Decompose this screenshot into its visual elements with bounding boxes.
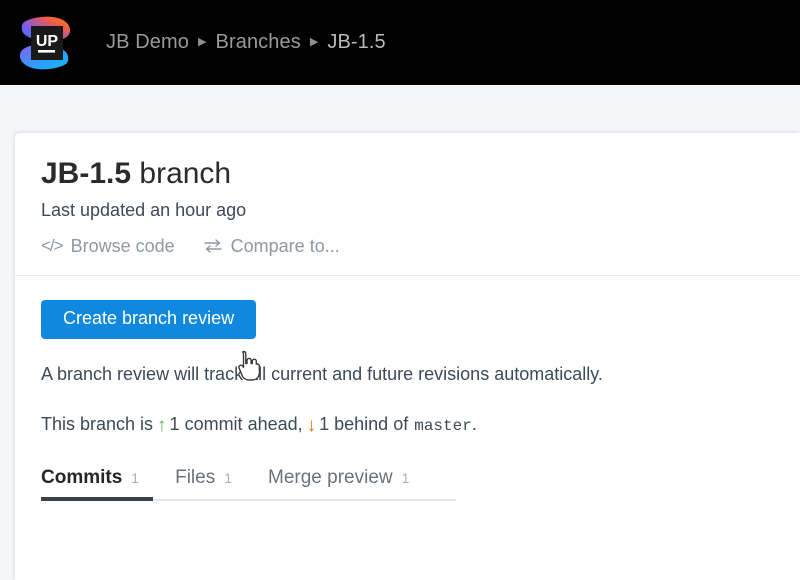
branch-card: JB-1.5 branch Last updated an hour ago <… — [15, 133, 800, 580]
branch-status-line: This branch is ↑ 1 commit ahead, ↓ 1 beh… — [41, 413, 774, 438]
tab-commits[interactable]: Commits 1 — [41, 467, 153, 502]
breadcrumb-separator-icon: ▶ — [309, 36, 319, 48]
breadcrumb-item-current-branch[interactable]: JB-1.5 — [327, 31, 385, 54]
base-branch-name[interactable]: master — [414, 416, 472, 437]
browse-code-label: Browse code — [70, 235, 175, 256]
code-icon: </> — [41, 236, 64, 256]
browse-code-link[interactable]: </> Browse code — [41, 236, 175, 257]
status-prefix: This branch is — [41, 413, 154, 434]
arrow-down-icon: ↓ — [306, 414, 317, 436]
top-header-bar: UP JB Demo ▶ Branches ▶ JB-1.5 — [0, 0, 800, 85]
create-branch-review-button[interactable]: Create branch review — [41, 299, 257, 340]
tab-merge-preview-count: 1 — [401, 470, 410, 487]
branch-name: JB-1.5 — [41, 157, 132, 190]
breadcrumb-item-branches[interactable]: Branches — [216, 31, 301, 54]
tab-files-count: 1 — [224, 470, 233, 487]
review-description-text: A branch review will track all current a… — [41, 364, 603, 385]
tab-merge-preview[interactable]: Merge preview 1 — [268, 467, 409, 501]
branch-card-header: JB-1.5 branch Last updated an hour ago <… — [15, 133, 800, 276]
status-suffix: . — [471, 413, 477, 434]
logo-text: UP — [36, 33, 59, 50]
tab-files[interactable]: Files 1 — [175, 467, 232, 501]
breadcrumb-separator-icon: ▶ — [197, 36, 207, 48]
ahead-count: 1 — [169, 413, 180, 434]
compare-to-link[interactable]: Compare to... — [203, 236, 340, 257]
upsource-logo[interactable]: UP — [14, 12, 76, 74]
page-title: JB-1.5 branch — [41, 157, 774, 190]
branch-card-body: Create branch review A branch review wil… — [15, 276, 800, 502]
ahead-text: commit ahead, — [184, 413, 303, 434]
last-updated-text: Last updated an hour ago — [41, 200, 247, 220]
compare-icon — [203, 237, 223, 255]
branch-header-actions: </> Browse code Compare to... — [41, 236, 774, 257]
tab-commits-label: Commits — [41, 467, 123, 489]
compare-to-label: Compare to... — [230, 235, 340, 256]
arrow-up-icon: ↑ — [157, 414, 167, 436]
tab-merge-preview-label: Merge preview — [268, 467, 393, 489]
tab-files-label: Files — [175, 467, 216, 489]
breadcrumb-item-project[interactable]: JB Demo — [106, 31, 189, 54]
branch-title-suffix: branch — [139, 157, 232, 190]
tab-commits-count: 1 — [131, 470, 140, 487]
breadcrumb: JB Demo ▶ Branches ▶ JB-1.5 — [106, 31, 386, 54]
active-tab-underline — [41, 497, 153, 502]
branch-tabs: Commits 1 Files 1 Merge preview 1 — [41, 467, 461, 502]
behind-text: behind of — [334, 413, 409, 434]
behind-count: 1 — [319, 413, 330, 434]
